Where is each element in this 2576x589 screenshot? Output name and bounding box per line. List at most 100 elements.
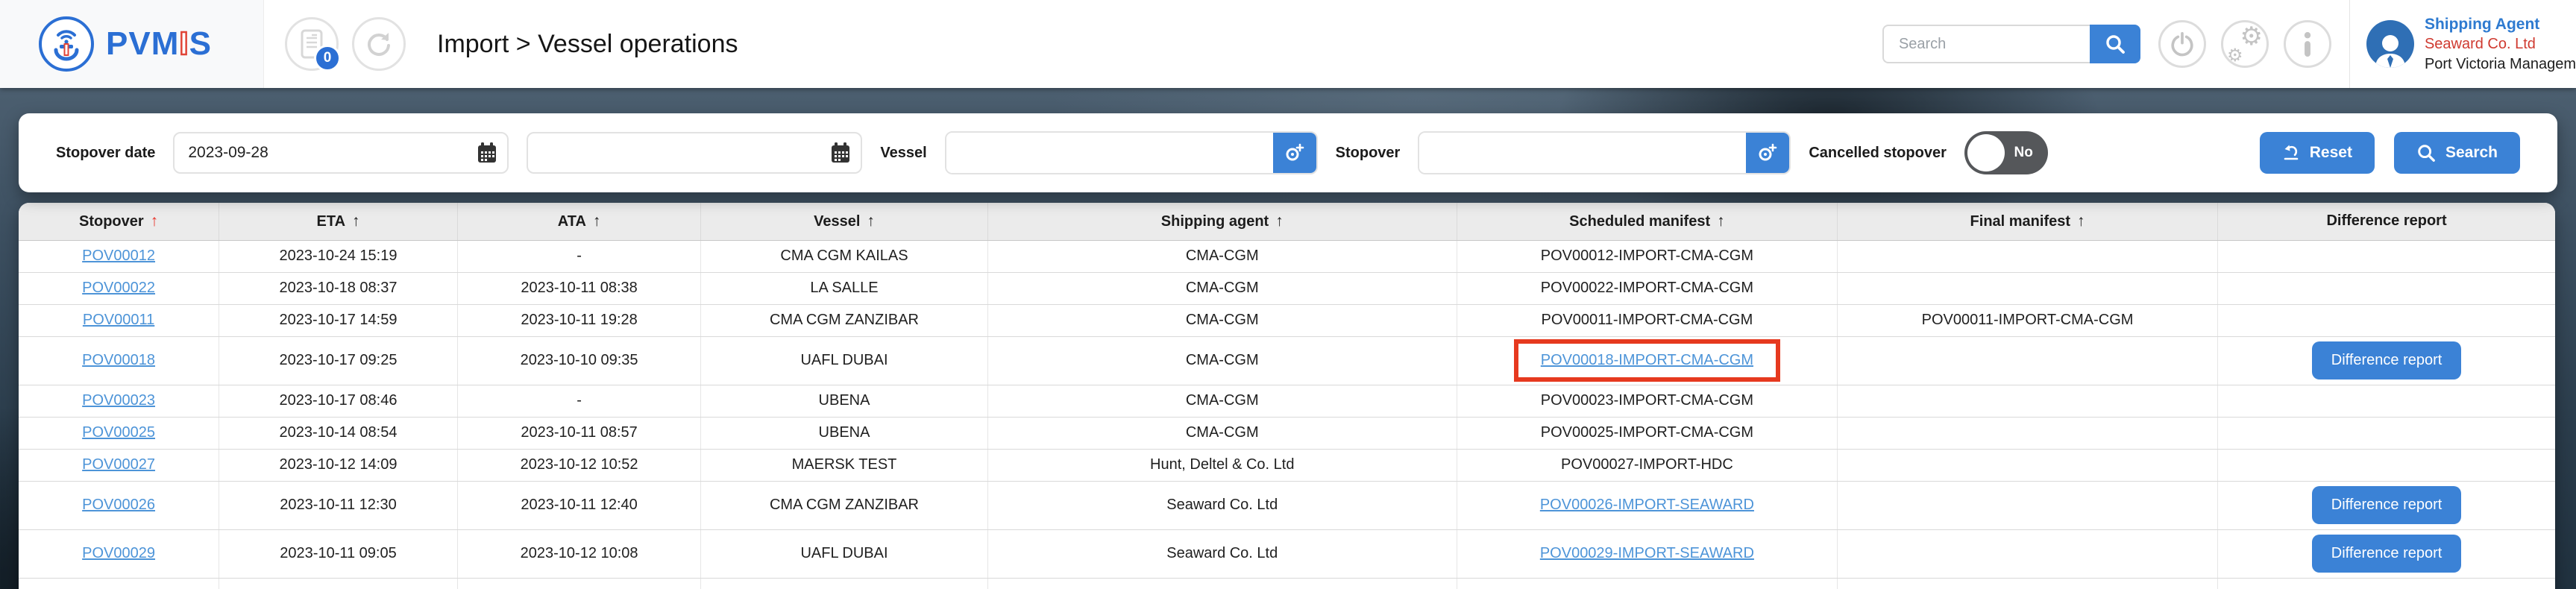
stopover-date-to-field — [527, 132, 862, 174]
global-search-button[interactable] — [2090, 25, 2140, 63]
search-icon — [2416, 143, 2436, 163]
app-logo[interactable]: PVMIS — [0, 0, 264, 88]
gears-icon: ⚙⚙ — [2228, 28, 2261, 60]
ata-cell: 2023-10-11 08:57 — [457, 417, 700, 449]
scheduled-manifest-cell: POV00012-IMPORT-CMA-CGM — [1457, 240, 1837, 272]
sort-arrow-icon: ↑ — [151, 212, 159, 230]
difference-report-button[interactable]: Difference report — [2312, 486, 2462, 524]
filler-cell — [19, 578, 219, 589]
reset-button[interactable]: Reset — [2260, 132, 2375, 174]
filter-bar: Stopover date Vessel — [19, 113, 2557, 192]
global-search-input[interactable] — [1882, 25, 2090, 63]
shipping-agent-cell: CMA-CGM — [987, 417, 1457, 449]
table-row: POV000272023-10-12 14:092023-10-12 10:52… — [19, 449, 2555, 481]
sort-arrow-icon: ↑ — [1717, 212, 1725, 230]
global-search — [1882, 25, 2140, 63]
scheduled-manifest-link[interactable]: POV00026-IMPORT-SEAWARD — [1540, 497, 1754, 513]
ata-cell: - — [457, 385, 700, 417]
search-plus-icon — [1757, 142, 1778, 163]
stopover-link[interactable]: POV00022 — [82, 280, 155, 296]
logout-button[interactable] — [2158, 20, 2206, 68]
difference-report-cell: Difference report — [2218, 481, 2555, 529]
settings-button[interactable]: ⚙⚙ — [2221, 20, 2269, 68]
filter-search-button[interactable]: Search — [2394, 132, 2520, 174]
ata-cell: 2023-10-12 10:08 — [457, 529, 700, 578]
stopover-date-to-input[interactable] — [528, 144, 820, 162]
vessel-cell: MAERSK TEST — [701, 449, 987, 481]
vessel-cell: UAFL DUBAI — [701, 529, 987, 578]
stopover-lookup-button[interactable] — [1746, 133, 1789, 173]
stopover-cell: POV00018 — [19, 336, 219, 385]
column-header-eta[interactable]: ETA↑ — [219, 203, 458, 240]
stopover-field — [1418, 131, 1791, 174]
stopover-label: Stopover — [1336, 145, 1401, 162]
shipping-agent-cell: CMA-CGM — [987, 272, 1457, 304]
user-organization: Port Victoria Managem — [2425, 54, 2576, 75]
cancelled-stopover-toggle[interactable]: No — [1964, 131, 2048, 174]
calendar-button[interactable] — [467, 133, 507, 172]
vessel-cell: CMA CGM KAILAS — [701, 240, 987, 272]
calendar-button[interactable] — [820, 133, 861, 172]
shipping-agent-cell: CMA-CGM — [987, 385, 1457, 417]
sort-arrow-icon: ↑ — [593, 212, 601, 230]
stopover-input[interactable] — [1419, 133, 1746, 173]
scheduled-manifest-cell: POV00026-IMPORT-SEAWARD — [1457, 481, 1837, 529]
anchor-icon — [49, 25, 84, 63]
column-header-stopover[interactable]: Stopover↑ — [19, 203, 219, 240]
stopover-cell: POV00012 — [19, 240, 219, 272]
final-manifest-cell — [1837, 417, 2217, 449]
scheduled-manifest-link[interactable]: POV00018-IMPORT-CMA-CGM — [1541, 352, 1753, 368]
column-header-ata[interactable]: ATA↑ — [457, 203, 700, 240]
column-header-vessel[interactable]: Vessel↑ — [701, 203, 987, 240]
ata-cell: 2023-10-10 09:35 — [457, 336, 700, 385]
eta-cell: 2023-10-11 09:05 — [219, 529, 458, 578]
ata-cell: 2023-10-11 08:38 — [457, 272, 700, 304]
table-row: POV00022 2023-10-18 08:372023-10-11 08:38… — [19, 272, 2555, 304]
user-avatar[interactable] — [2366, 20, 2414, 68]
column-header-final-manifest[interactable]: Final manifest↑ — [1837, 203, 2217, 240]
eta-cell: 2023-10-11 12:30 — [219, 481, 458, 529]
stopover-date-from-input[interactable] — [175, 144, 467, 162]
table-header-row: Stopover↑ETA↑ATA↑Vessel↑Shipping agent↑S… — [19, 203, 2555, 240]
anchor-logo-icon — [39, 16, 94, 72]
vessel-lookup-button[interactable] — [1273, 133, 1316, 173]
stopover-link[interactable]: POV00023 — [82, 392, 155, 409]
stopover-link[interactable]: POV00029 — [82, 545, 155, 561]
difference-report-button[interactable]: Difference report — [2312, 535, 2462, 573]
final-manifest-cell — [1837, 240, 2217, 272]
user-company: Seaward Co. Ltd — [2425, 34, 2576, 54]
vessel-input[interactable] — [946, 133, 1273, 173]
scheduled-manifest-text: POV00012-IMPORT-CMA-CGM — [1541, 248, 1753, 264]
difference-report-button[interactable]: Difference report — [2312, 341, 2462, 379]
stopover-link[interactable]: POV00011 — [83, 312, 154, 328]
stopover-cell: POV00022 — [19, 272, 219, 304]
documents-queue-button[interactable]: 0 — [285, 17, 339, 71]
refresh-button[interactable] — [352, 17, 406, 71]
stopover-cell: POV00026 — [19, 481, 219, 529]
stopover-date-from-field — [173, 132, 509, 174]
eta-cell: 2023-10-17 14:59 — [219, 304, 458, 336]
difference-report-cell — [2218, 240, 2555, 272]
eta-cell: 2023-10-12 14:09 — [219, 449, 458, 481]
stopover-cell: POV00011 — [19, 304, 219, 336]
final-manifest-cell — [1837, 385, 2217, 417]
filler-cell — [701, 578, 987, 589]
column-header-scheduled-manifest[interactable]: Scheduled manifest↑ — [1457, 203, 1837, 240]
stopover-link[interactable]: POV00012 — [82, 248, 155, 264]
stopover-link[interactable]: POV00025 — [82, 424, 155, 441]
stopover-link[interactable]: POV00026 — [82, 497, 155, 513]
stopover-link[interactable]: POV00027 — [82, 456, 155, 473]
vessel-cell: UAFL DUBAI — [701, 336, 987, 385]
stopover-link[interactable]: POV00018 — [82, 352, 155, 368]
calendar-icon — [477, 142, 497, 164]
scheduled-manifest-cell: POV00022-IMPORT-CMA-CGM — [1457, 272, 1837, 304]
scheduled-manifest-link[interactable]: POV00029-IMPORT-SEAWARD — [1540, 545, 1754, 561]
column-header-shipping-agent[interactable]: Shipping agent↑ — [987, 203, 1457, 240]
filler-cell — [457, 578, 700, 589]
eta-cell: 2023-10-18 08:37 — [219, 272, 458, 304]
info-button[interactable] — [2284, 20, 2331, 68]
stopover-cell: POV00023 — [19, 385, 219, 417]
final-manifest-cell — [1837, 529, 2217, 578]
user-role: Shipping Agent — [2425, 14, 2576, 34]
queue-count-badge: 0 — [314, 45, 341, 72]
